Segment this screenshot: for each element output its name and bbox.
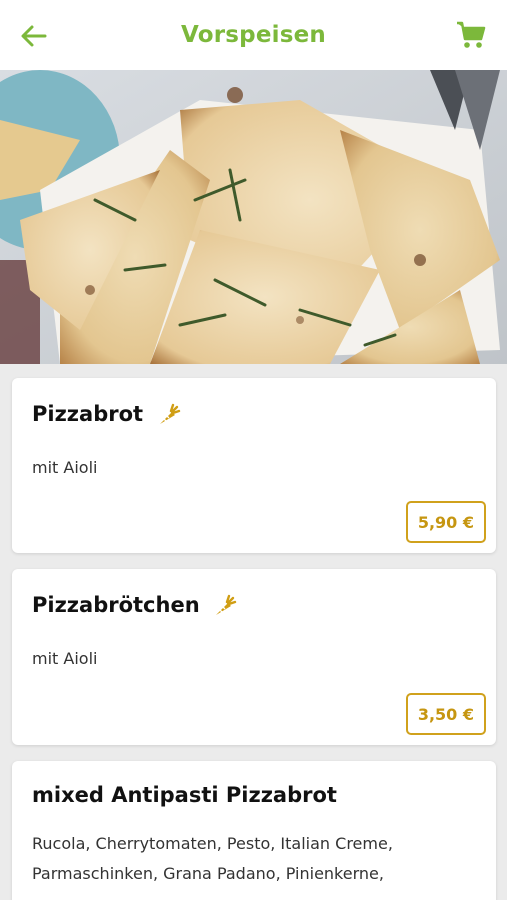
cart-button[interactable] bbox=[455, 19, 487, 51]
item-description: Rucola, Cherrytomaten, Pesto, Italian Cr… bbox=[32, 829, 472, 889]
hero-image bbox=[0, 70, 507, 364]
menu-item-card[interactable]: mixed Antipasti Pizzabrot Rucola, Cherry… bbox=[12, 761, 496, 900]
item-name: Pizzabrot bbox=[32, 402, 144, 426]
pizza-bread-photo bbox=[0, 70, 507, 364]
page-title: Vorspeisen bbox=[181, 22, 326, 48]
shopping-cart-icon bbox=[457, 21, 486, 48]
menu-item-card[interactable]: Pizzabrötchen mit Aioli 3,50 € bbox=[12, 569, 496, 745]
app-header: Vorspeisen bbox=[0, 0, 507, 70]
price-button[interactable]: 5,90 € bbox=[405, 501, 486, 543]
item-description: mit Aioli bbox=[32, 649, 98, 668]
price-button[interactable]: 3,50 € bbox=[405, 693, 486, 735]
item-name: mixed Antipasti Pizzabrot bbox=[32, 783, 337, 807]
item-description: mit Aioli bbox=[32, 458, 98, 477]
back-button[interactable] bbox=[18, 20, 50, 52]
carrot-icon bbox=[160, 403, 181, 424]
menu-item-card[interactable]: Pizzabrot mit Aioli 5,90 € bbox=[12, 378, 496, 553]
arrow-left-icon bbox=[21, 25, 47, 47]
carrot-icon bbox=[216, 594, 237, 615]
item-name: Pizzabrötchen bbox=[32, 593, 200, 617]
item-description-line: Parmaschinken, Grana Padano, Pinienkerne… bbox=[32, 864, 384, 883]
item-description-line: Rucola, Cherrytomaten, Pesto, Italian Cr… bbox=[32, 834, 393, 853]
